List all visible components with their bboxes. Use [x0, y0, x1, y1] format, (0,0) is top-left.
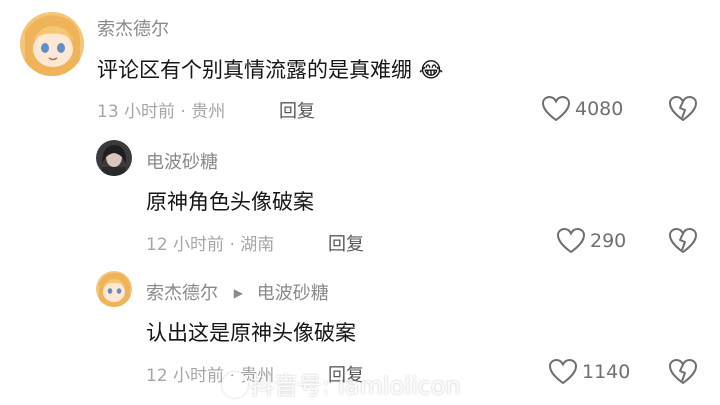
like-button[interactable]: 290 [556, 226, 626, 256]
like-count: 290 [590, 230, 627, 252]
comment-author: 索杰德尔 ▶ 电波砂糖 [146, 279, 329, 305]
reply-arrow-icon: ▶ [233, 286, 243, 300]
comment-text: 评论区有个别真情流露的是真难绷 😂 [97, 54, 443, 84]
avatar[interactable] [20, 12, 84, 76]
avatar[interactable] [96, 140, 132, 176]
avatar[interactable] [96, 271, 132, 307]
comment-text: 原神角色头像破案 [146, 190, 314, 214]
comment-author[interactable]: 索杰德尔 [97, 15, 169, 41]
comment-author[interactable]: 电波砂糖 [146, 148, 218, 174]
dislike-button[interactable] [668, 94, 698, 128]
dislike-button[interactable] [668, 226, 698, 260]
watermark: 抖音号: Iamlolicon [250, 366, 461, 401]
dislike-button[interactable] [668, 357, 698, 391]
reply-target-name[interactable]: 电波砂糖 [257, 283, 329, 304]
like-button[interactable]: 4080 [541, 94, 623, 124]
heart-icon [541, 95, 571, 122]
comment-meta: 13 小时前 · 贵州 [97, 102, 226, 122]
comment-text: 认出这是原神头像破案 [146, 321, 356, 345]
heart-icon [556, 227, 586, 254]
laughing-emoji-icon: 😂 [418, 58, 444, 82]
like-count: 4080 [575, 98, 624, 120]
broken-heart-icon [668, 227, 698, 254]
heart-icon [548, 358, 578, 385]
broken-heart-icon [668, 95, 698, 122]
like-count: 1140 [582, 361, 631, 383]
broken-heart-icon [668, 358, 698, 385]
comment-text-content: 评论区有个别真情流露的是真难绷 [97, 58, 412, 82]
reply-button[interactable]: 回复 [328, 230, 364, 256]
reply-button[interactable]: 回复 [279, 97, 315, 123]
author-name[interactable]: 索杰德尔 [146, 283, 218, 304]
douyin-logo-icon [222, 372, 248, 398]
like-button[interactable]: 1140 [548, 357, 630, 387]
watermark-text: 抖音号: Iamlolicon [250, 372, 461, 400]
comment-meta: 12 小时前 · 湖南 [146, 235, 275, 255]
